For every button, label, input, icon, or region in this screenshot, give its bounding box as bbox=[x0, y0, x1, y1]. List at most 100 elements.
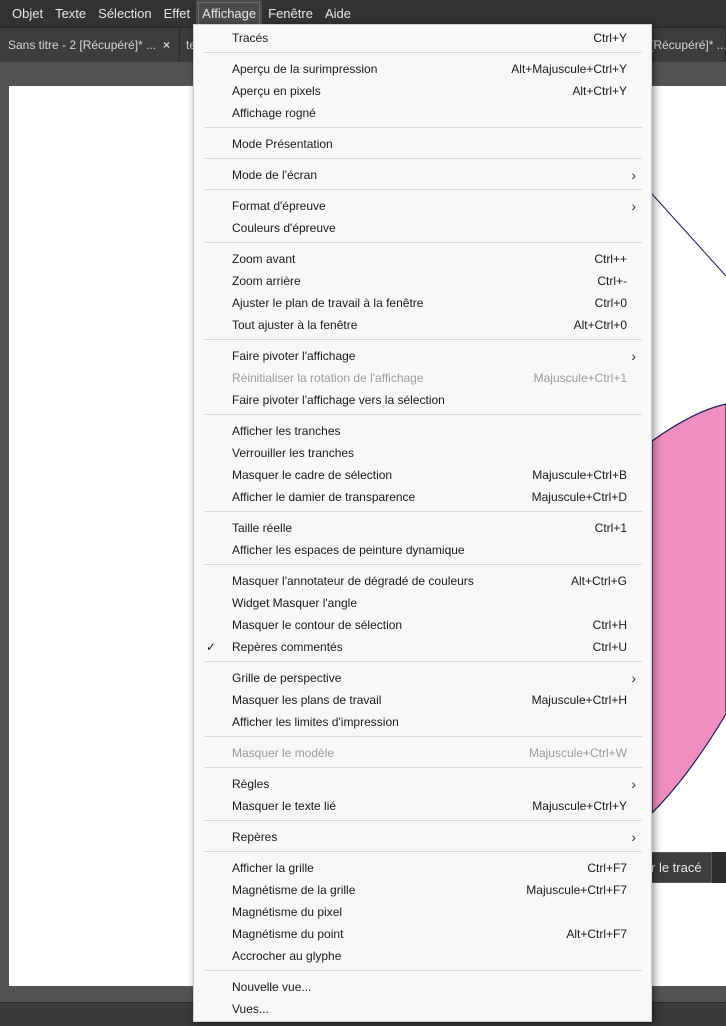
menu-item-vues[interactable]: Vues... bbox=[194, 998, 651, 1020]
menu-separator bbox=[204, 511, 642, 512]
menu-item-reperes-commentes[interactable]: ✓ Repères commentés Ctrl+U bbox=[194, 636, 651, 658]
path-line[interactable] bbox=[651, 193, 726, 277]
menu-item-shortcut: Ctrl++ bbox=[594, 252, 627, 266]
menu-item-afficher-la-grille[interactable]: Afficher la grille Ctrl+F7 bbox=[194, 857, 651, 879]
menu-item-mode-presentation[interactable]: Mode Présentation bbox=[194, 133, 651, 155]
document-tab[interactable]: Sans titre - 2 [Récupéré]* ... × bbox=[0, 28, 180, 62]
menu-item-verrouiller-les-tranches[interactable]: Verrouiller les tranches bbox=[194, 442, 651, 464]
menu-item-regles[interactable]: Règles › bbox=[194, 773, 651, 795]
menu-item-reperes[interactable]: Repères › bbox=[194, 826, 651, 848]
menu-item-mode-de-l-ecran[interactable]: Mode de l'écran › bbox=[194, 164, 651, 186]
menu-item-magnetisme-du-point[interactable]: Magnétisme du point Alt+Ctrl+F7 bbox=[194, 923, 651, 945]
menu-item-faire-pivoter-l-affichage[interactable]: Faire pivoter l'affichage › bbox=[194, 345, 651, 367]
document-tab-label: Sans titre - 2 [Récupéré]* ... bbox=[8, 38, 157, 52]
menu-item-grille-de-perspective[interactable]: Grille de perspective › bbox=[194, 667, 651, 689]
menu-item-masquer-les-plans-de-travail[interactable]: Masquer les plans de travail Majuscule+Ct… bbox=[194, 689, 651, 711]
menu-item-shortcut: Alt+Ctrl+F7 bbox=[566, 927, 627, 941]
menu-item-afficher-les-tranches[interactable]: Afficher les tranches bbox=[194, 420, 651, 442]
menu-separator bbox=[204, 820, 642, 821]
menu-item-label: Tracés bbox=[232, 31, 269, 45]
menu-separator bbox=[204, 52, 642, 53]
menu-item-label: Masquer le contour de sélection bbox=[232, 618, 403, 632]
menu-item-label: Masquer le texte lié bbox=[232, 799, 337, 813]
menu-item-apercu-de-la-surimpression[interactable]: Aperçu de la surimpression Alt+Majuscule+… bbox=[194, 58, 651, 80]
menu-item-shortcut: Majuscule+Ctrl+B bbox=[532, 468, 627, 482]
menu-objet[interactable]: Objet bbox=[0, 0, 49, 27]
affichage-dropdown-menu: Tracés Ctrl+Y Aperçu de la surimpression Al… bbox=[193, 24, 652, 1022]
menu-item-label: Mode de l'écran bbox=[232, 168, 318, 182]
menu-item-shortcut: Ctrl+H bbox=[592, 618, 627, 632]
menu-selection[interactable]: Sélection bbox=[92, 0, 157, 27]
menu-item-shortcut: Alt+Ctrl+Y bbox=[572, 84, 627, 98]
menu-item-zoom-arriere[interactable]: Zoom arrière Ctrl+- bbox=[194, 270, 651, 292]
menu-item-tout-ajuster-a-la-fenetre[interactable]: Tout ajuster à la fenêtre Alt+Ctrl+0 bbox=[194, 314, 651, 336]
menu-item-label: Zoom arrière bbox=[232, 274, 301, 288]
chevron-right-icon: › bbox=[631, 670, 636, 686]
menu-separator bbox=[204, 189, 642, 190]
menu-item-label: Vues... bbox=[232, 1002, 269, 1016]
menu-item-nouvelle-vue[interactable]: Nouvelle vue... bbox=[194, 976, 651, 998]
menu-item-zoom-avant[interactable]: Zoom avant Ctrl++ bbox=[194, 248, 651, 270]
pink-shape[interactable] bbox=[651, 403, 726, 815]
menu-item-label: Couleurs d'épreuve bbox=[232, 221, 336, 235]
menu-item-ajuster-le-plan-de-travail-a-la-fenetre[interactable]: Ajuster le plan de travail à la fenêtre C… bbox=[194, 292, 651, 314]
path-action-button[interactable]: r le tracé bbox=[650, 852, 712, 883]
menu-separator bbox=[204, 661, 642, 662]
menu-item-label: Format d'épreuve bbox=[232, 199, 326, 213]
menu-item-label: Faire pivoter l'affichage vers la sélect… bbox=[232, 393, 445, 407]
menu-item-label: Tout ajuster à la fenêtre bbox=[232, 318, 358, 332]
checkmark-icon: ✓ bbox=[206, 640, 217, 654]
menu-item-label: Taille réelle bbox=[232, 521, 293, 535]
menu-item-shortcut: Majuscule+Ctrl+1 bbox=[533, 371, 627, 385]
menu-item-traces[interactable]: Tracés Ctrl+Y bbox=[194, 27, 651, 49]
menu-item-affichage-rogne[interactable]: Affichage rogné bbox=[194, 102, 651, 124]
menu-item-shortcut: Majuscule+Ctrl+D bbox=[531, 490, 627, 504]
menu-item-apercu-en-pixels[interactable]: Aperçu en pixels Alt+Ctrl+Y bbox=[194, 80, 651, 102]
menu-item-label: Repères commentés bbox=[232, 640, 343, 654]
menu-item-taille-reelle[interactable]: Taille réelle Ctrl+1 bbox=[194, 517, 651, 539]
menu-separator bbox=[204, 564, 642, 565]
menu-item-afficher-le-damier-de-transparence[interactable]: Afficher le damier de transparence Majusc… bbox=[194, 486, 651, 508]
menu-item-label: Afficher la grille bbox=[232, 861, 314, 875]
close-icon[interactable]: × bbox=[163, 28, 170, 62]
menu-item-label: Afficher les limites d'impression bbox=[232, 715, 399, 729]
menu-item-masquer-le-cadre-de-selection[interactable]: Masquer le cadre de sélection Majuscule+C… bbox=[194, 464, 651, 486]
menu-item-couleurs-d-epreuve[interactable]: Couleurs d'épreuve bbox=[194, 217, 651, 239]
menu-item-label: Afficher les tranches bbox=[232, 424, 341, 438]
menu-item-magnetisme-du-pixel[interactable]: Magnétisme du pixel bbox=[194, 901, 651, 923]
menu-item-shortcut: Alt+Ctrl+G bbox=[570, 574, 627, 588]
menu-item-masquer-le-texte-lie[interactable]: Masquer le texte lié Majuscule+Ctrl+Y bbox=[194, 795, 651, 817]
menu-fenetre[interactable]: Fenêtre bbox=[262, 0, 319, 27]
menu-item-label: Masquer les plans de travail bbox=[232, 693, 382, 707]
menu-affichage[interactable]: Affichage bbox=[196, 0, 263, 27]
menu-separator bbox=[204, 736, 642, 737]
menu-item-label: Verrouiller les tranches bbox=[232, 446, 355, 460]
menu-separator bbox=[204, 127, 642, 128]
menu-item-shortcut: Majuscule+Ctrl+F7 bbox=[526, 883, 627, 897]
menu-item-magnetisme-de-la-grille[interactable]: Magnétisme de la grille Majuscule+Ctrl+F7 bbox=[194, 879, 651, 901]
path-action-label: r le tracé bbox=[651, 860, 702, 875]
menu-effet[interactable]: Effet bbox=[158, 0, 197, 27]
menu-item-label: Masquer le cadre de sélection bbox=[232, 468, 393, 482]
menu-item-label: Règles bbox=[232, 777, 270, 791]
menu-item-label: Affichage rogné bbox=[232, 106, 316, 120]
document-tab-label: [Récupéré]* ... bbox=[650, 38, 726, 52]
document-tab[interactable]: [Récupéré]* ... bbox=[648, 28, 726, 62]
menu-item-afficher-les-limites-d-impression[interactable]: Afficher les limites d'impression bbox=[194, 711, 651, 733]
menu-item-label: Afficher les espaces de peinture dynamiq… bbox=[232, 543, 465, 557]
menu-item-shortcut: Majuscule+Ctrl+H bbox=[531, 693, 627, 707]
menu-item-accrocher-au-glyphe[interactable]: Accrocher au glyphe bbox=[194, 945, 651, 967]
menu-item-format-d-epreuve[interactable]: Format d'épreuve › bbox=[194, 195, 651, 217]
menu-separator bbox=[204, 851, 642, 852]
menu-item-masquer-l-annotateur-de-degrade-de-couleurs[interactable]: Masquer l'annotateur de dégradé de coule… bbox=[194, 570, 651, 592]
menu-item-shortcut: Alt+Majuscule+Ctrl+Y bbox=[511, 62, 627, 76]
menu-item-afficher-les-espaces-de-peinture-dynamique[interactable]: Afficher les espaces de peinture dynamiq… bbox=[194, 539, 651, 561]
menu-aide[interactable]: Aide bbox=[319, 0, 357, 27]
menu-texte[interactable]: Texte bbox=[49, 0, 92, 27]
menu-item-widget-masquer-l-angle[interactable]: Widget Masquer l'angle bbox=[194, 592, 651, 614]
menu-item-masquer-le-contour-de-selection[interactable]: Masquer le contour de sélection Ctrl+H bbox=[194, 614, 651, 636]
menu-item-label: Nouvelle vue... bbox=[232, 980, 312, 994]
menu-item-shortcut: Ctrl+U bbox=[592, 640, 627, 654]
menu-item-label: Accrocher au glyphe bbox=[232, 949, 342, 963]
menu-item-faire-pivoter-l-affichage-vers-la-selection[interactable]: Faire pivoter l'affichage vers la sélect… bbox=[194, 389, 651, 411]
